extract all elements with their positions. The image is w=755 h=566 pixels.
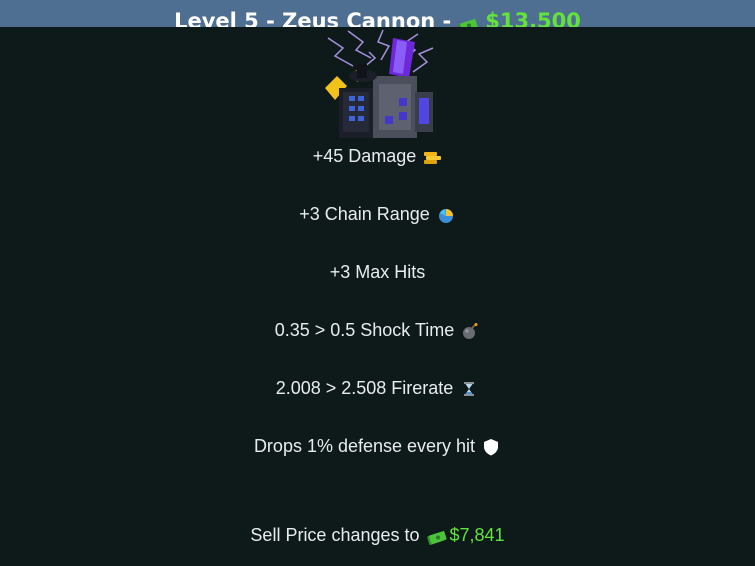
bomb-icon [460, 321, 480, 341]
stat-shock-time-text: 0.35 > 0.5 Shock Time [274, 320, 455, 340]
stat-firerate-text: 2.008 > 2.508 Firerate [275, 378, 454, 398]
stat-firerate: 2.008 > 2.508 Firerate [0, 378, 755, 399]
upgrade-price: $13,500 [485, 9, 581, 27]
stat-max-hits-text: +3 Max Hits [329, 262, 426, 282]
range-icon [436, 205, 456, 225]
money-icon [457, 14, 479, 27]
hourglass-icon [459, 379, 479, 399]
stat-chain-range: +3 Chain Range [0, 204, 755, 225]
stat-defense-drop-text: Drops 1% defense every hit [253, 436, 476, 456]
sell-price-row: Sell Price changes to $7,841 [0, 525, 755, 546]
stat-damage: +45 Damage [0, 146, 755, 167]
sell-price-amount: $7,841 [449, 525, 505, 545]
stat-defense-drop: Drops 1% defense every hit [0, 436, 755, 457]
stat-shock-time: 0.35 > 0.5 Shock Time [0, 320, 755, 341]
damage-bars-icon [422, 147, 442, 167]
money-icon [426, 529, 448, 545]
stat-max-hits: +3 Max Hits [0, 262, 755, 283]
stat-damage-text: +45 Damage [312, 146, 417, 166]
zeus-cannon-tower-icon [323, 28, 437, 140]
upgrade-panel: Level 5 - Zeus Cannon - $13,500 +45 Dama… [0, 0, 755, 566]
sell-price-label: Sell Price changes to [250, 525, 420, 545]
stat-chain-range-text: +3 Chain Range [299, 204, 430, 224]
level-header: Level 5 - Zeus Cannon - $13,500 [0, 0, 755, 27]
shield-icon [481, 437, 501, 457]
level-title: Level 5 - Zeus Cannon - [174, 9, 452, 27]
